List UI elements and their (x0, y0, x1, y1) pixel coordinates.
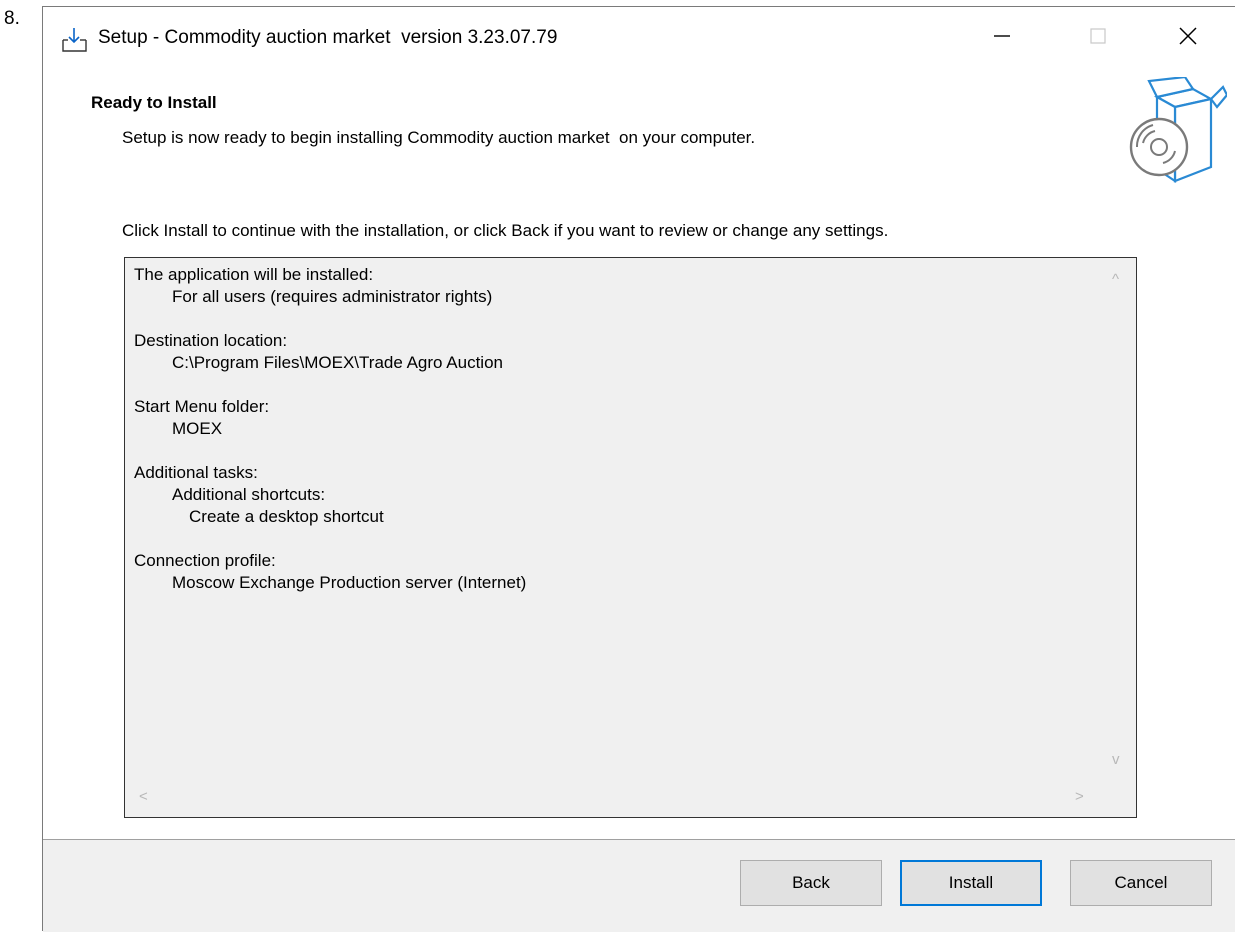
maximize-button[interactable] (1059, 7, 1137, 65)
software-box-disc-icon (1129, 77, 1227, 184)
minimize-icon (994, 35, 1010, 37)
memo-line: Additional shortcuts: (172, 485, 326, 504)
memo-heading: Start Menu folder: (134, 397, 270, 416)
memo-line: For all users (requires administrator ri… (172, 287, 493, 306)
title-bar[interactable]: Setup - Commodity auction market version… (43, 7, 1235, 69)
horizontal-scrollbar[interactable]: < > (125, 775, 1101, 817)
ready-memo-box[interactable]: The application will be installed: For a… (124, 257, 1137, 818)
setup-window: Setup - Commodity auction market version… (42, 6, 1235, 932)
step-number-label: 8. (4, 8, 20, 29)
memo-subline: Create a desktop shortcut (189, 507, 384, 526)
memo-line: MOEX (172, 419, 223, 438)
instruction-text: Click Install to continue with the insta… (122, 221, 889, 240)
scroll-right-arrow[interactable]: > (1075, 789, 1084, 804)
scroll-down-arrow[interactable]: v (1112, 752, 1120, 767)
memo-heading: Connection profile: (134, 551, 276, 570)
maximize-icon (1090, 28, 1106, 44)
close-button[interactable] (1149, 7, 1227, 65)
scroll-left-arrow[interactable]: < (139, 789, 148, 804)
page-subtitle: Setup is now ready to begin installing C… (122, 128, 756, 147)
scroll-corner (1100, 775, 1136, 817)
memo-line: C:\Program Files\MOEX\Trade Agro Auction (172, 353, 503, 372)
memo-heading: Destination location: (134, 331, 288, 350)
page-title: Ready to Install (91, 93, 217, 112)
memo-heading: Additional tasks: (134, 463, 258, 482)
close-icon (1179, 27, 1197, 45)
download-tray-icon (62, 28, 87, 52)
back-button[interactable]: Back (740, 860, 882, 906)
install-button[interactable]: Install (900, 860, 1042, 906)
memo-content: The application will be installed: For a… (134, 264, 1096, 777)
memo-heading: The application will be installed: (134, 265, 374, 284)
window-title: Setup - Commodity auction market version… (98, 27, 558, 48)
button-footer (43, 840, 1235, 932)
minimize-button[interactable] (963, 7, 1041, 65)
memo-line: Moscow Exchange Production server (Inter… (172, 573, 527, 592)
cancel-button[interactable]: Cancel (1070, 860, 1212, 906)
vertical-scrollbar[interactable]: ^ v (1100, 258, 1136, 776)
scroll-up-arrow[interactable]: ^ (1112, 272, 1119, 287)
